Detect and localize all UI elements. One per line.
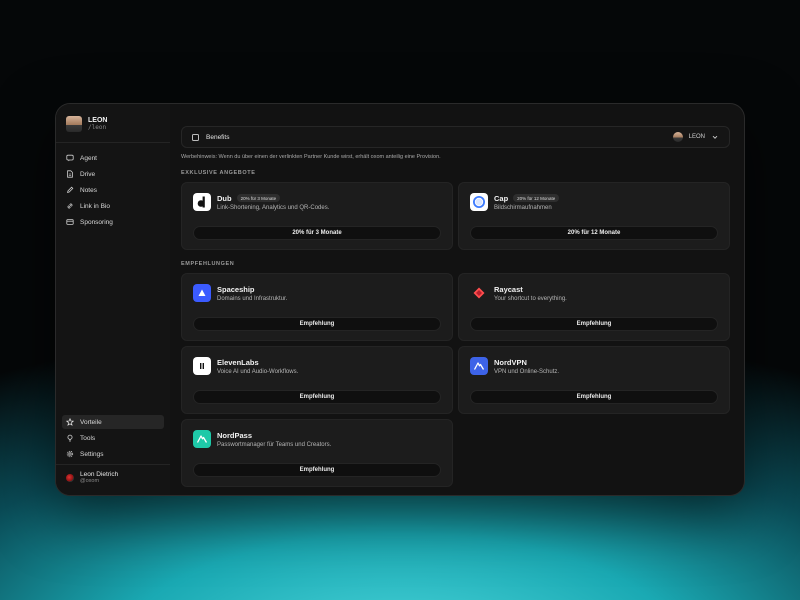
sidebar-item-tools[interactable]: Tools — [62, 431, 164, 445]
bulb-icon — [66, 434, 74, 442]
recommendation-card-spaceship: Spaceship Domains und Infrastruktur. Emp… — [181, 273, 453, 341]
star-icon — [66, 418, 74, 426]
link-icon — [66, 202, 74, 210]
chevron-down-icon — [711, 133, 719, 141]
sidebar-item-label: Notes — [80, 186, 97, 194]
card-description: Domains und Infrastruktur. — [217, 295, 288, 302]
app-window: LEON /leon Agent Drive Notes Link in Bio — [56, 104, 744, 495]
card-title: Dub — [217, 193, 232, 203]
sidebar-item-label: Drive — [80, 170, 96, 178]
gear-icon — [66, 450, 74, 458]
card-description: VPN und Online-Schutz. — [494, 368, 560, 375]
card-title: ElevenLabs — [217, 357, 259, 367]
profile-handle: /leon — [88, 123, 107, 131]
offer-card-dub: Dub 20% für 3 Monate Link-Shortening, An… — [181, 182, 453, 250]
card-description: Link-Shortening, Analytics und QR-Codes. — [217, 204, 330, 211]
card-title: Cap — [494, 193, 509, 203]
sidebar-item-label: Agent — [80, 154, 97, 162]
user-name: Leon Dietrich — [80, 471, 119, 478]
sidebar-item-drive[interactable]: Drive — [62, 167, 164, 181]
pencil-icon — [66, 186, 74, 194]
recommendation-card-raycast: Raycast Your shortcut to everything. Emp… — [458, 273, 730, 341]
offer-card-cap: Cap 20% für 12 Monate Bildschirmaufnahme… — [458, 182, 730, 250]
section-title-exclusive: EXKLUSIVE ANGEBOTE — [181, 170, 256, 176]
recommendation-button[interactable]: Empfehlung — [193, 390, 441, 404]
sidebar-item-vorteile[interactable]: Vorteile — [62, 415, 164, 429]
recommendation-button[interactable]: Empfehlung — [470, 317, 718, 331]
sidebar-item-sponsoring[interactable]: Sponsoring — [62, 215, 164, 229]
workspace-profile[interactable]: LEON /leon — [56, 104, 170, 143]
file-icon — [66, 170, 74, 178]
elevenlabs-logo — [193, 357, 211, 375]
sidebar-item-notes[interactable]: Notes — [62, 183, 164, 197]
sidebar-item-label: Settings — [80, 450, 104, 458]
discount-badge: 20% für 12 Monate — [513, 194, 560, 202]
sidebar-nav: Agent Drive Notes Link in Bio Sponsoring — [56, 143, 170, 237]
cap-logo — [470, 193, 488, 211]
card-title: Raycast — [494, 284, 523, 294]
card-description: Passwortmanager für Teams und Creators. — [217, 441, 332, 448]
sidebar-item-label: Sponsoring — [80, 218, 113, 226]
user-email: @oxom — [80, 478, 100, 485]
claim-offer-button[interactable]: 20% für 3 Monate — [193, 226, 441, 240]
recommendation-card-elevenlabs: ElevenLabs Voice AI und Audio-Workflows.… — [181, 346, 453, 414]
recommendation-card-nordpass: NordPass Passwortmanager für Teams und C… — [181, 419, 453, 487]
dub-logo — [193, 193, 211, 211]
page-title: Benefits — [206, 133, 230, 141]
section-title-recommendations: EMPFEHLUNGEN — [181, 261, 235, 267]
sidebar-toggle-icon[interactable] — [192, 133, 199, 141]
chat-icon — [66, 154, 74, 162]
spaceship-logo — [193, 284, 211, 302]
recommendation-card-nordvpn: NordVPN VPN und Online-Schutz. Empfehlun… — [458, 346, 730, 414]
card-description: Your shortcut to everything. — [494, 295, 567, 302]
sidebar-item-label: Link in Bio — [80, 202, 110, 210]
user-menu-label: LEON — [688, 134, 705, 140]
card-title: NordPass — [217, 430, 253, 440]
discount-badge: 20% für 3 Monate — [236, 194, 281, 202]
nordvpn-logo — [470, 357, 488, 375]
claim-offer-button[interactable]: 20% für 12 Monate — [470, 226, 718, 240]
card-icon — [66, 218, 74, 226]
card-title: NordVPN — [494, 357, 527, 367]
raycast-logo — [470, 284, 488, 302]
avatar — [672, 132, 683, 142]
sidebar-item-label: Tools — [80, 434, 96, 442]
nordpass-logo — [193, 430, 211, 448]
card-title: Spaceship — [217, 284, 255, 294]
card-description: Voice AI und Audio-Workflows. — [217, 368, 299, 375]
ad-disclaimer: Werbehinweis: Wenn du über einen der ver… — [181, 154, 441, 160]
sidebar-item-agent[interactable]: Agent — [62, 151, 164, 165]
sidebar-item-settings[interactable]: Settings — [62, 447, 164, 461]
user-avatar — [66, 473, 74, 482]
topbar: Benefits LEON — [181, 126, 730, 148]
recommendations-grid: Spaceship Domains und Infrastruktur. Emp… — [181, 273, 730, 487]
exclusive-offers-grid: Dub 20% für 3 Monate Link-Shortening, An… — [181, 182, 730, 250]
recommendation-button[interactable]: Empfehlung — [193, 317, 441, 331]
sidebar: LEON /leon Agent Drive Notes Link in Bio — [56, 104, 170, 495]
sidebar-item-label: Vorteile — [80, 418, 102, 426]
user-menu[interactable]: LEON — [672, 132, 719, 142]
recommendation-button[interactable]: Empfehlung — [470, 390, 718, 404]
recommendation-button[interactable]: Empfehlung — [193, 463, 441, 477]
sidebar-item-link-in-bio[interactable]: Link in Bio — [62, 199, 164, 213]
user-account[interactable]: Leon Dietrich @oxom — [56, 464, 170, 491]
avatar — [66, 116, 82, 132]
sidebar-bottom-nav: Vorteile Tools Settings — [56, 415, 170, 461]
main-content: Benefits LEON Werbehinweis: Wenn du über… — [170, 104, 744, 495]
card-description: Bildschirmaufnahmen — [494, 204, 552, 211]
